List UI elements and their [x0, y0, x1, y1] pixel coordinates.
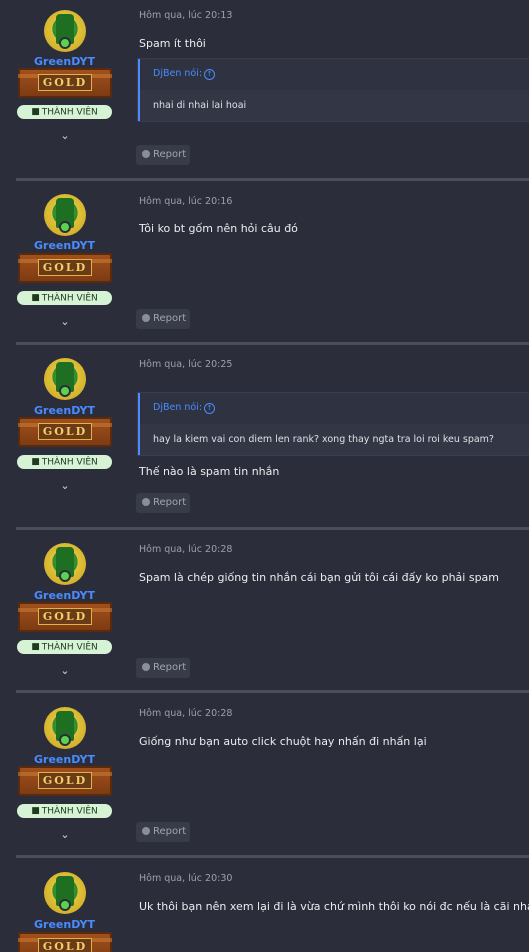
- info-circle-icon: [142, 498, 150, 506]
- message-post: GreenDYT GOLD ■ THÀNH VIÊN ⌄ Hôm qua, lúc…: [16, 0, 529, 181]
- report-label: Report: [153, 313, 187, 324]
- username[interactable]: GreenDYT: [16, 55, 113, 68]
- message-text: Thế nào là spam tin nhắn: [139, 465, 280, 478]
- report-button[interactable]: Report: [136, 658, 190, 678]
- quote-block: DjBen nói: ↑ nhai di nhai lai hoai: [138, 59, 529, 121]
- quote-author: DjBen nói:: [153, 68, 203, 79]
- report-label: Report: [153, 826, 187, 837]
- chevron-down-icon[interactable]: ⌄: [59, 316, 71, 327]
- online-status-icon: [59, 385, 71, 397]
- rank-label: GOLD: [38, 423, 92, 440]
- quote-text: nhai di nhai lai hoai: [153, 100, 247, 111]
- quote-header[interactable]: DjBen nói: ↑: [153, 402, 216, 414]
- online-status-icon: [59, 37, 71, 49]
- rank-label: GOLD: [38, 74, 92, 91]
- chevron-down-icon[interactable]: ⌄: [59, 480, 71, 491]
- rank-banner: GOLD: [18, 68, 112, 98]
- rank-label: GOLD: [38, 772, 92, 789]
- username[interactable]: GreenDYT: [16, 239, 113, 252]
- message-text: Spam là chép giống tin nhắn cái bạn gửi …: [139, 571, 500, 584]
- info-circle-icon: [142, 314, 150, 322]
- chevron-down-icon[interactable]: ⌄: [59, 829, 71, 840]
- username[interactable]: GreenDYT: [16, 404, 113, 417]
- role-label: THÀNH VIÊN: [41, 457, 98, 468]
- quote-block: DjBen nói: ↑ hay la kiem vai con diem len…: [138, 393, 529, 455]
- quote-header[interactable]: DjBen nói: ↑: [153, 68, 216, 80]
- avatar[interactable]: [44, 872, 86, 914]
- rank-label: GOLD: [38, 608, 92, 625]
- post-time[interactable]: Hôm qua, lúc 20:13: [139, 10, 232, 21]
- rank-banner: GOLD: [18, 766, 112, 796]
- report-label: Report: [153, 662, 187, 673]
- post-time[interactable]: Hôm qua, lúc 20:28: [139, 544, 232, 555]
- message-text: Tôi ko bt gốm nên hỏi câu đó: [139, 222, 298, 235]
- info-circle-icon: [142, 663, 150, 671]
- online-status-icon: [59, 570, 71, 582]
- role-badge: ■ THÀNH VIÊN: [17, 640, 112, 654]
- avatar[interactable]: [44, 358, 86, 400]
- post-divider: [16, 690, 529, 693]
- online-status-icon: [59, 221, 71, 233]
- role-label: THÀNH VIÊN: [41, 806, 98, 817]
- message-post: GreenDYT GOLD ■ THÀNH VIÊN ⌄ Hôm qua, lúc…: [16, 530, 529, 694]
- message-post: GreenDYT GOLD ■ THÀNH VIÊN ⌄ Hôm qua, lúc…: [16, 181, 529, 345]
- rank-banner: GOLD: [18, 417, 112, 447]
- message-post: GreenDYT GOLD ■ THÀNH VIÊN ⌄ Hôm qua, lúc…: [16, 694, 529, 858]
- arrow-up-circle-icon[interactable]: ↑: [204, 403, 216, 414]
- report-label: Report: [153, 497, 187, 508]
- person-icon: ■: [31, 806, 40, 816]
- post-time[interactable]: Hôm qua, lúc 20:30: [139, 873, 232, 884]
- role-label: THÀNH VIÊN: [41, 107, 98, 118]
- online-status-icon: [59, 734, 71, 746]
- role-label: THÀNH VIÊN: [41, 293, 98, 304]
- post-time[interactable]: Hôm qua, lúc 20:25: [139, 359, 232, 370]
- rank-banner: GOLD: [18, 253, 112, 283]
- report-button[interactable]: Report: [136, 493, 190, 513]
- role-badge: ■ THÀNH VIÊN: [17, 105, 112, 119]
- username[interactable]: GreenDYT: [16, 589, 113, 602]
- message-text: Giống như bạn auto click chuột hay nhấn …: [139, 735, 427, 748]
- person-icon: ■: [31, 457, 40, 467]
- arrow-up-circle-icon[interactable]: ↑: [204, 69, 216, 80]
- rank-banner: GOLD: [18, 602, 112, 632]
- avatar[interactable]: [44, 194, 86, 236]
- chevron-down-icon[interactable]: ⌄: [59, 130, 71, 141]
- message-text: Uk thôi bạn nên xem lại đi là vừa chứ mì…: [139, 900, 529, 913]
- avatar[interactable]: [44, 543, 86, 585]
- role-badge: ■ THÀNH VIÊN: [17, 804, 112, 818]
- avatar[interactable]: [44, 10, 86, 52]
- role-badge: ■ THÀNH VIÊN: [17, 455, 112, 469]
- quote-author: DjBen nói:: [153, 402, 203, 413]
- quote-text: hay la kiem vai con diem len rank? xong …: [153, 434, 494, 445]
- chevron-down-icon[interactable]: ⌄: [59, 665, 71, 676]
- post-time[interactable]: Hôm qua, lúc 20:16: [139, 196, 232, 207]
- report-button[interactable]: Report: [136, 309, 190, 329]
- role-badge: ■ THÀNH VIÊN: [17, 291, 112, 305]
- username[interactable]: GreenDYT: [16, 753, 113, 766]
- message-text: Spam ít thôi: [139, 37, 206, 50]
- person-icon: ■: [31, 642, 40, 652]
- role-label: THÀNH VIÊN: [41, 642, 98, 653]
- rank-banner: GOLD: [18, 932, 112, 952]
- info-circle-icon: [142, 827, 150, 835]
- info-circle-icon: [142, 150, 150, 158]
- report-button[interactable]: Report: [136, 822, 190, 842]
- report-label: Report: [153, 149, 187, 160]
- rank-label: GOLD: [38, 938, 92, 952]
- person-icon: ■: [31, 293, 40, 303]
- message-post: GreenDYT GOLD Hôm qua, lúc 20:30 Uk thôi…: [16, 858, 529, 952]
- message-post: GreenDYT GOLD ■ THÀNH VIÊN ⌄ Hôm qua, lúc…: [16, 345, 529, 531]
- rank-label: GOLD: [38, 259, 92, 276]
- post-time[interactable]: Hôm qua, lúc 20:28: [139, 708, 232, 719]
- online-status-icon: [59, 899, 71, 911]
- report-button[interactable]: Report: [136, 145, 190, 165]
- username[interactable]: GreenDYT: [16, 918, 113, 931]
- person-icon: ■: [31, 107, 40, 117]
- avatar[interactable]: [44, 707, 86, 749]
